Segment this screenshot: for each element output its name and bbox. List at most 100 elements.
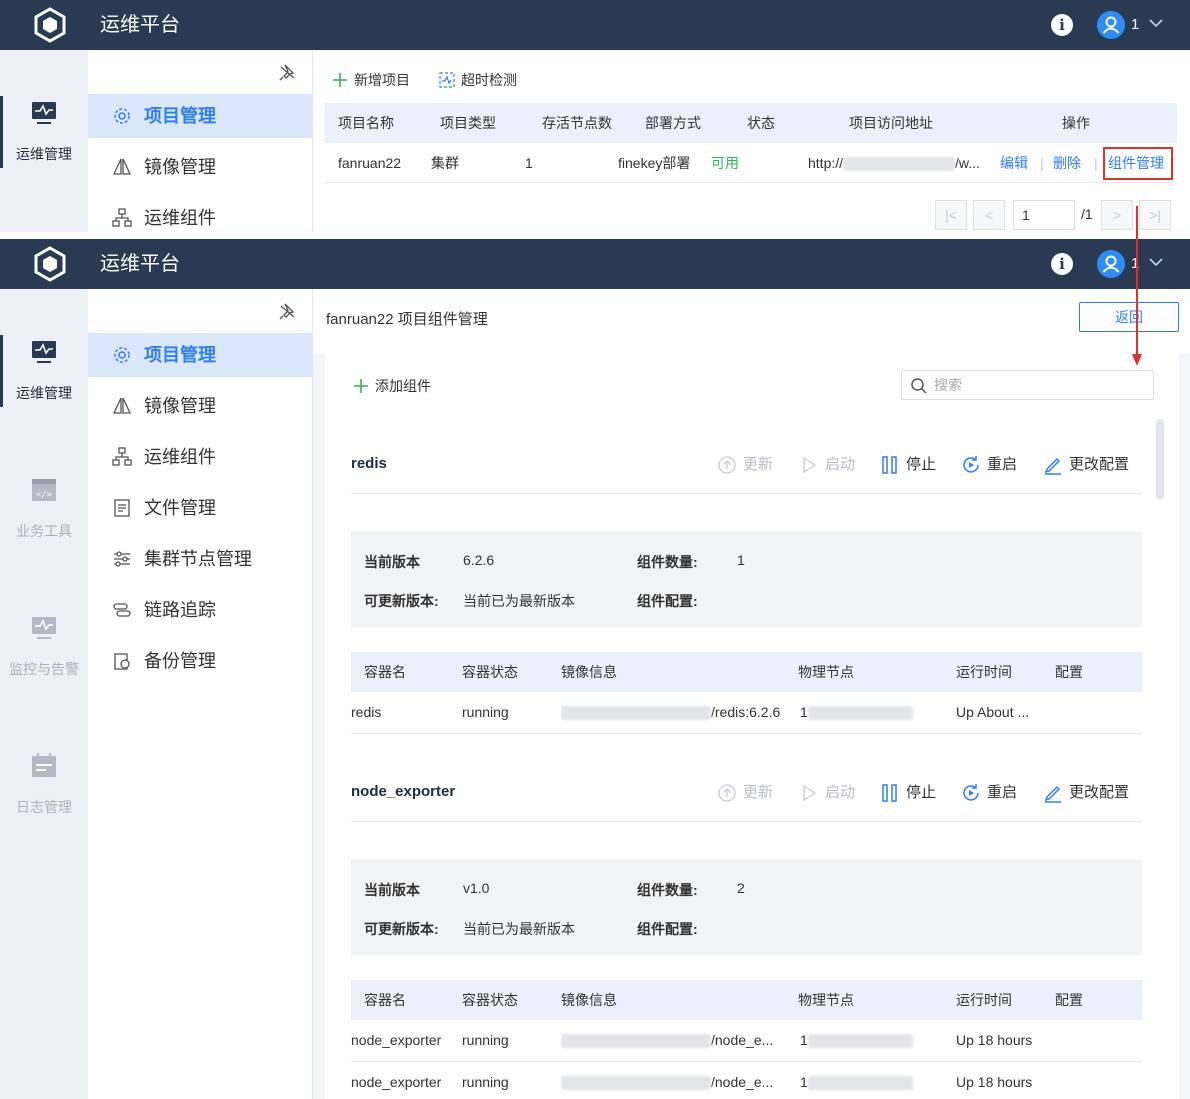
mirror-icon [112, 158, 132, 175]
edit-link[interactable]: 编辑 [1000, 143, 1028, 183]
menu-item-ops-component[interactable]: 运维组件 [88, 435, 312, 479]
logo-icon [34, 7, 66, 43]
add-component-button[interactable]: 添加组件 [353, 376, 431, 396]
container-table: 容器名 容器状态 镜像信息 物理节点 运行时间 配置 node_exporter… [351, 980, 1142, 1099]
restart-icon [963, 784, 979, 801]
timeout-check-icon [439, 72, 455, 88]
component-panel: 添加组件 redis 更新 [313, 354, 1190, 1099]
rail-item-logs[interactable]: 日志管理 [0, 751, 88, 841]
change-config-label: 更改配置 [1069, 784, 1130, 801]
physical-node: 1 [800, 1020, 920, 1060]
timeout-check-button[interactable]: 超时检测 [439, 70, 517, 90]
last-page-button[interactable]: >| [1139, 200, 1171, 230]
current-version-value: 6.2.6 [463, 552, 495, 568]
rail-item-monitor[interactable]: 监控与告警 [0, 613, 88, 703]
project-name: fanruan22 [338, 155, 402, 171]
column-header: 状态 [747, 115, 775, 131]
annotation-arrow-icon [1132, 206, 1142, 366]
scrollbar[interactable] [1156, 419, 1164, 499]
side-menu: 项目管理 镜像管理 运维组件 文件管理 集群节点管理 链路追踪 备份管理 [88, 289, 312, 1099]
column-header: 配置 [1055, 992, 1083, 1008]
gear-icon [114, 347, 130, 363]
edit-icon [1044, 457, 1061, 475]
component-count-value: 1 [737, 552, 745, 568]
menu-item-mirror[interactable]: 镜像管理 [88, 145, 312, 189]
menu-item-cluster-nodes[interactable]: 集群节点管理 [88, 537, 312, 581]
image-info: /node_e... [561, 1020, 791, 1060]
delete-link[interactable]: 删除 [1053, 143, 1081, 183]
back-button[interactable]: 返回 [1079, 302, 1179, 332]
rail-label: 运维管理 [16, 385, 72, 401]
url-suffix: /w... [955, 155, 980, 171]
info-icon[interactable]: i [1051, 253, 1073, 275]
project-table: 项目名称 项目类型 存活节点数 部署方式 状态 项目访问地址 操作 fanrua… [325, 103, 1177, 183]
menu-item-ops-component[interactable]: 运维组件 [88, 196, 312, 232]
pause-icon [882, 456, 897, 474]
component-info: 当前版本 v1.0 组件数量: 2 可更新版本: 当前已为最新版本 组件配置: [351, 859, 1142, 955]
chevron-down-icon[interactable] [1147, 14, 1165, 32]
update-button[interactable]: 更新 [717, 455, 773, 475]
page-input[interactable]: 1 [1013, 200, 1075, 230]
search-box[interactable] [901, 370, 1154, 400]
column-header: 容器状态 [462, 664, 518, 680]
pin-icon[interactable] [278, 301, 298, 321]
redacted-address [807, 706, 913, 721]
table-row[interactable]: node_exporter running /node_e... 1 Up 18… [351, 1020, 1142, 1062]
restart-button[interactable]: 重启 [961, 455, 1017, 475]
menu-item-backup[interactable]: 备份管理 [88, 639, 312, 683]
restart-button[interactable]: 重启 [961, 783, 1017, 803]
monitor-icon [32, 341, 56, 363]
start-button[interactable]: 启动 [799, 455, 855, 475]
column-header: 项目类型 [440, 115, 496, 131]
nav-rail: 运维管理 </> 业务工具 监控与告警 日志管理 [0, 289, 88, 1099]
code-window-icon: </> [32, 479, 56, 501]
container-name: node_exporter [351, 1032, 442, 1048]
table-row[interactable]: fanruan22 集群 1 finekey部署 可用 http:// /w...… [325, 143, 1177, 183]
next-page-button[interactable]: > [1101, 200, 1133, 230]
org-chart-icon [112, 447, 132, 466]
rail-label: 日志管理 [16, 799, 72, 815]
alive-nodes: 1 [525, 155, 533, 171]
component-count-label: 组件数量: [637, 554, 698, 570]
menu-item-file[interactable]: 文件管理 [88, 486, 312, 530]
change-config-button[interactable]: 更改配置 [1043, 455, 1129, 475]
first-page-button[interactable]: |< [935, 200, 967, 230]
column-header: 镜像信息 [561, 992, 617, 1008]
image-name: /redis:6.2.6 [711, 704, 781, 720]
info-icon[interactable]: i [1051, 14, 1073, 36]
project-url[interactable]: http:// /w... [808, 143, 988, 183]
app-title: 运维平台 [100, 14, 180, 36]
search-input[interactable] [934, 375, 1144, 395]
backup-icon [114, 653, 130, 670]
avatar-icon[interactable] [1097, 11, 1125, 39]
physical-node: 1 [800, 1062, 920, 1099]
container-state: running [462, 1032, 509, 1048]
component-count-value: 2 [737, 880, 745, 896]
avatar-icon[interactable] [1097, 250, 1125, 278]
rail-item-ops[interactable]: 运维管理 [0, 335, 88, 427]
rail-item-ops[interactable]: 运维管理 [0, 96, 88, 188]
table-row[interactable]: redis running /redis:6.2.6 1 Up About ..… [351, 692, 1142, 734]
menu-item-project[interactable]: 项目管理 [88, 94, 312, 138]
table-row[interactable]: node_exporter running /node_e... 1 Up 18… [351, 1062, 1142, 1099]
menu-item-tracing[interactable]: 链路追踪 [88, 588, 312, 632]
menu-item-project[interactable]: 项目管理 [88, 333, 312, 377]
stop-button[interactable]: 停止 [880, 783, 936, 803]
update-button[interactable]: 更新 [717, 783, 773, 803]
rail-label: 监控与告警 [9, 661, 79, 677]
node-prefix: 1 [800, 704, 808, 720]
prev-page-button[interactable]: < [973, 200, 1005, 230]
main-content: fanruan22 项目组件管理 返回 添加组件 redis [312, 289, 1190, 1099]
menu-item-mirror[interactable]: 镜像管理 [88, 384, 312, 428]
add-project-button[interactable]: 新增项目 [332, 70, 410, 90]
stop-button[interactable]: 停止 [880, 455, 936, 475]
user-name[interactable]: 1 [1131, 16, 1139, 33]
logo-icon [34, 246, 66, 282]
svg-text:</>: </> [36, 490, 53, 500]
pin-icon[interactable] [278, 62, 298, 82]
start-button[interactable]: 启动 [799, 783, 855, 803]
chevron-down-icon[interactable] [1147, 253, 1165, 271]
rail-item-tools[interactable]: </> 业务工具 [0, 475, 88, 565]
plus-icon [354, 379, 368, 393]
change-config-button[interactable]: 更改配置 [1043, 783, 1129, 803]
